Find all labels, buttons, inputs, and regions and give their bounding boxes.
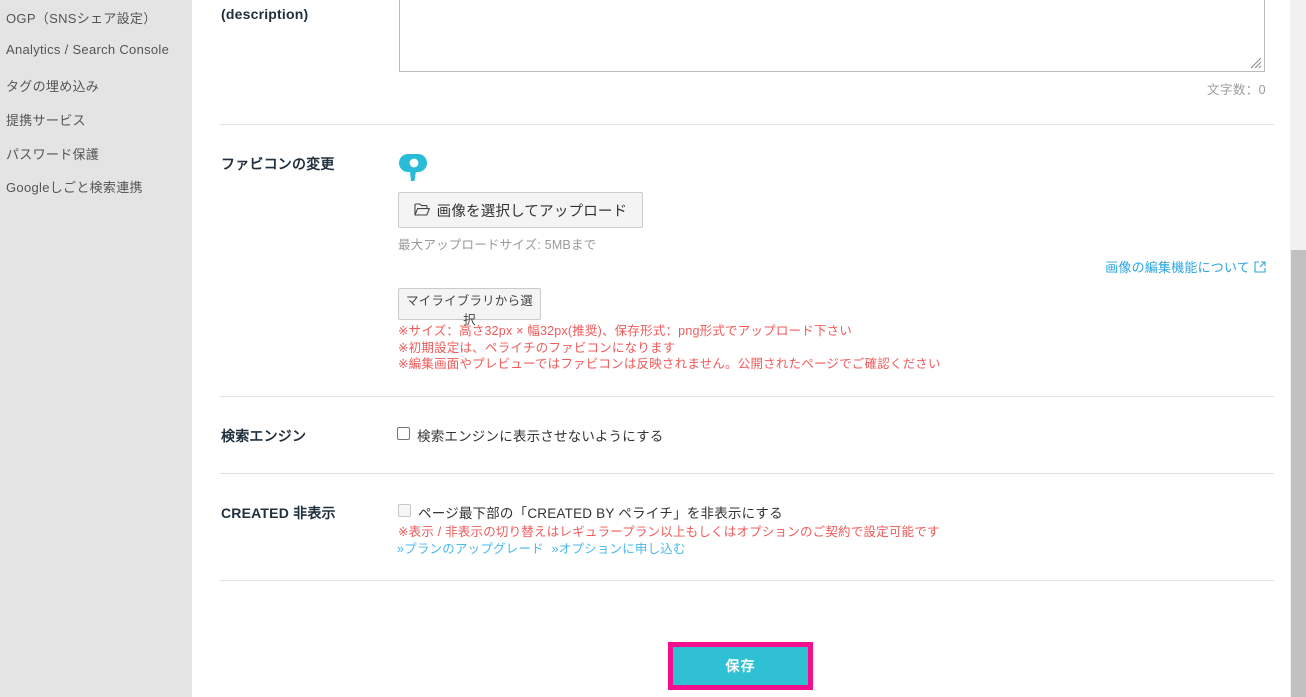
select-from-library-button[interactable]: マイライブラリから選択 bbox=[398, 288, 541, 327]
created-hide-label: CREATED 非表示 bbox=[221, 505, 336, 521]
sidebar-item-analytics[interactable]: Analytics / Search Console bbox=[6, 42, 192, 57]
divider-favicon-top bbox=[220, 124, 1274, 125]
divider-search-engine-top bbox=[220, 396, 1274, 397]
external-link-icon bbox=[1254, 260, 1266, 273]
created-hide-checkbox-label: ページ最下部の「CREATED BY ペライチ」を非表示にする bbox=[418, 506, 783, 521]
image-edit-help-link-label: 画像の編集機能について bbox=[1105, 260, 1250, 275]
max-upload-size-note: 最大アップロードサイズ: 5MBまで bbox=[398, 238, 597, 252]
description-textarea[interactable] bbox=[399, 0, 1265, 72]
save-button-highlight: 保存 bbox=[668, 642, 813, 690]
description-label: (description) bbox=[221, 6, 309, 22]
folder-open-icon bbox=[414, 203, 430, 216]
plan-upgrade-link[interactable]: »プランのアップグレード bbox=[397, 542, 544, 556]
sidebar-item-tags[interactable]: タグの埋め込み bbox=[6, 76, 192, 95]
settings-page: OGP（SNSシェア設定） Analytics / Search Console… bbox=[0, 0, 1306, 697]
sidebar-item-password[interactable]: パスワード保護 bbox=[6, 144, 192, 163]
sidebar-item-partner[interactable]: 提携サービス bbox=[6, 110, 192, 129]
sidebar-item-google-jobs[interactable]: Googleしごと検索連携 bbox=[6, 177, 192, 196]
sidebar: OGP（SNSシェア設定） Analytics / Search Console… bbox=[0, 0, 192, 697]
search-engine-checkbox-label: 検索エンジンに表示させないようにする bbox=[417, 429, 664, 444]
image-edit-help-link[interactable]: 画像の編集機能について bbox=[1105, 257, 1266, 276]
sidebar-item-ogp[interactable]: OGP（SNSシェア設定） bbox=[6, 8, 192, 27]
option-apply-link[interactable]: »オプションに申し込む bbox=[552, 542, 686, 556]
peraichi-p-logo-icon bbox=[399, 154, 427, 181]
created-hide-checkbox[interactable] bbox=[398, 504, 411, 517]
save-button[interactable]: 保存 bbox=[673, 647, 808, 685]
created-hide-checkbox-row[interactable]: ページ最下部の「CREATED BY ペライチ」を非表示にする bbox=[398, 502, 783, 522]
search-engine-checkbox-row[interactable]: 検索エンジンに表示させないようにする bbox=[397, 425, 663, 445]
main-content: (description) 文字数：0 ファビコンの変更 画像を選択してアップロ… bbox=[192, 0, 1284, 697]
search-engine-checkbox[interactable] bbox=[397, 427, 410, 440]
vertical-scrollbar-thumb[interactable] bbox=[1291, 250, 1306, 697]
upload-image-button-label: 画像を選択してアップロード bbox=[436, 203, 628, 220]
character-count: 文字数：0 bbox=[1207, 83, 1266, 97]
favicon-label: ファビコンの変更 bbox=[221, 156, 335, 172]
divider-footer-top bbox=[220, 580, 1274, 581]
divider-created-top bbox=[220, 473, 1274, 474]
created-plan-links: »プランのアップグレード »オプションに申し込む bbox=[397, 538, 686, 557]
upload-image-button[interactable]: 画像を選択してアップロード bbox=[398, 192, 643, 228]
search-engine-label: 検索エンジン bbox=[221, 428, 307, 444]
favicon-note-preview: ※編集画面やプレビューではファビコンは反映されません。公開されたページでご確認く… bbox=[398, 357, 941, 371]
